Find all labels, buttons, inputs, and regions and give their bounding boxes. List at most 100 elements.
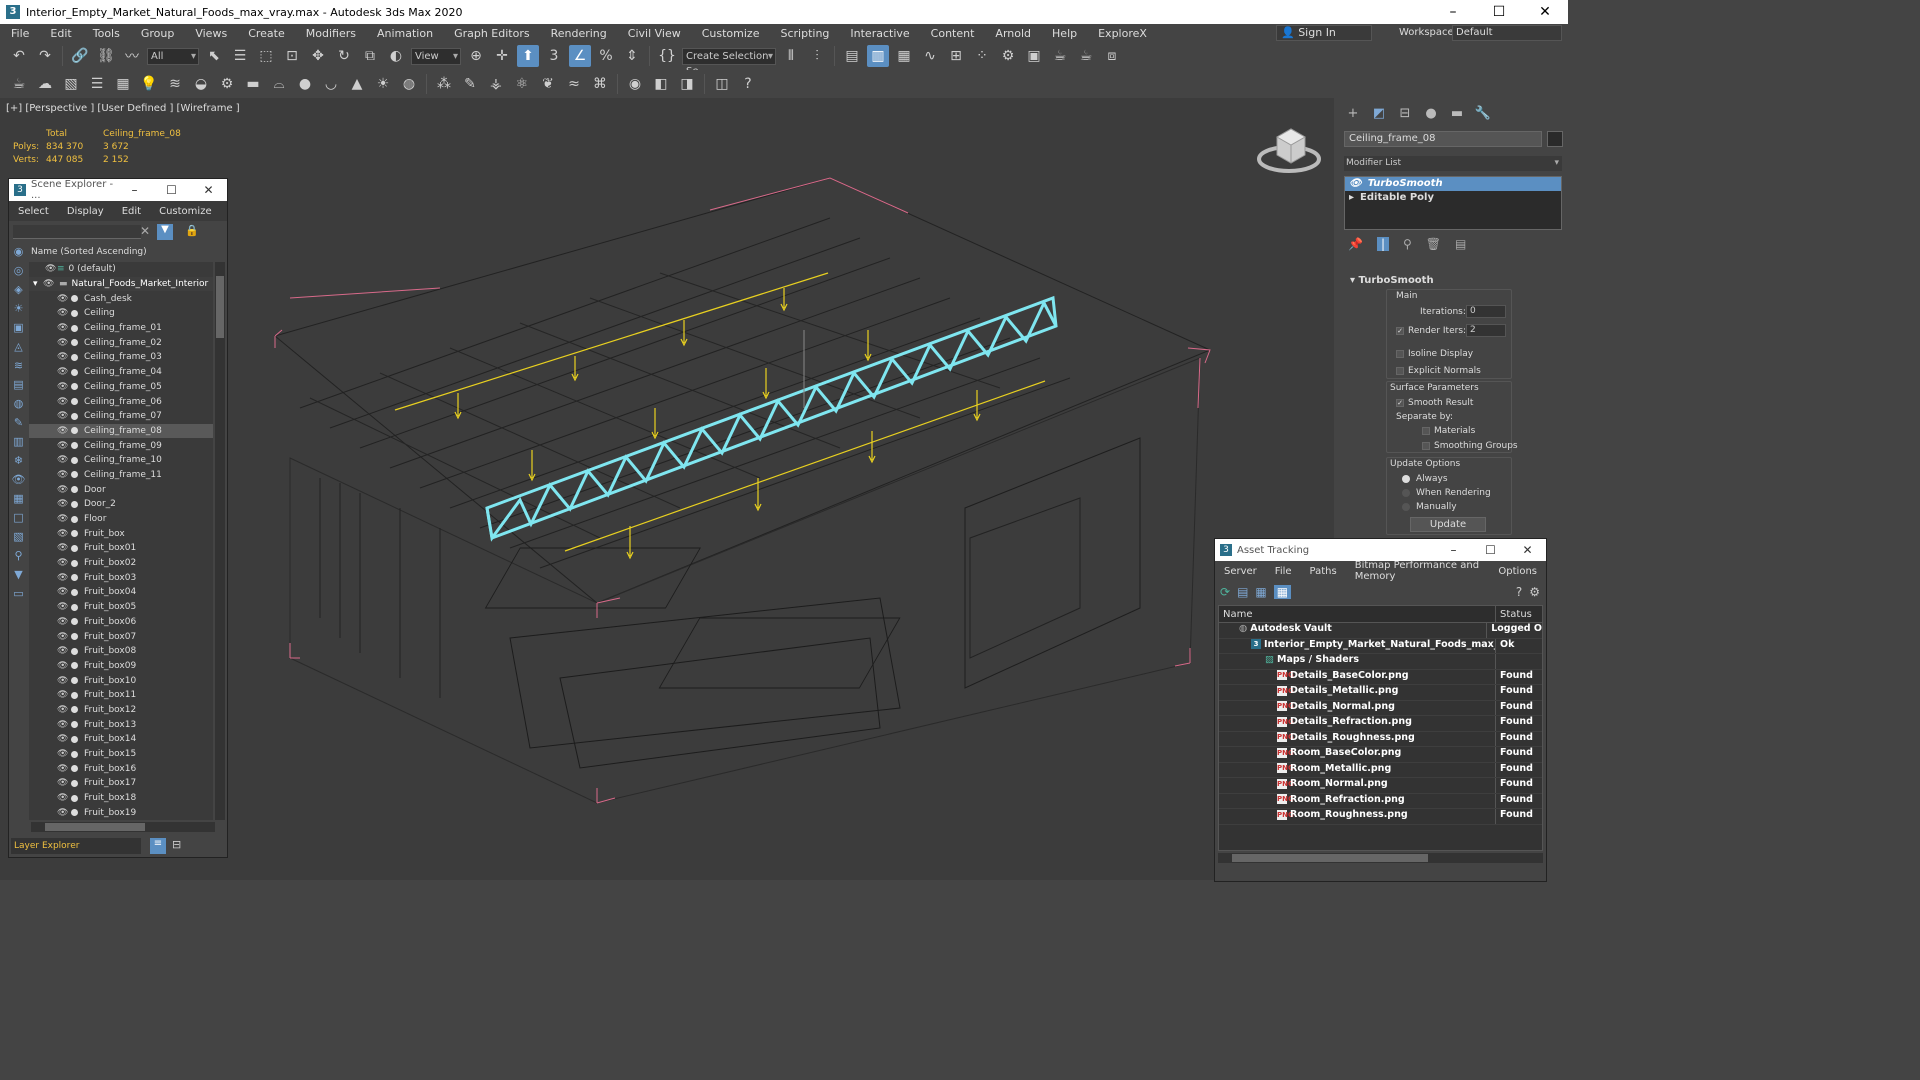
fog-icon[interactable]: ≋	[164, 73, 186, 95]
grid-icon[interactable]: ▦	[112, 73, 134, 95]
selected-ceiling-frame[interactable]	[485, 295, 1058, 542]
close-button[interactable]: ✕	[1509, 543, 1546, 557]
cameras-filter-icon[interactable]: ▣	[9, 321, 28, 340]
render-lamp-icon[interactable]	[71, 779, 78, 787]
object-name-field[interactable]: Ceiling_frame_08	[1344, 131, 1542, 147]
layer-row[interactable]: 👁 ≡ 0 (default)	[29, 262, 213, 277]
table-row[interactable]: PNGDetails_Normal.png Found	[1219, 700, 1542, 716]
list-item[interactable]: 👁 Fruit_box08	[29, 644, 213, 659]
render-lamp-icon[interactable]	[71, 398, 78, 406]
render-lamp-icon[interactable]	[71, 515, 78, 523]
list-item[interactable]: 👁 Cash_desk	[29, 291, 213, 306]
always-radio[interactable]: Always	[1402, 474, 1448, 484]
visibility-eye-icon[interactable]: 👁	[57, 793, 69, 803]
visibility-eye-icon[interactable]: 👁	[57, 397, 69, 407]
list-item[interactable]: 👁 Fruit_box15	[29, 747, 213, 762]
scroll-thumb[interactable]	[1232, 854, 1428, 862]
shapes-filter-icon[interactable]: ◈	[9, 283, 28, 302]
visibility-eye-icon[interactable]: 👁	[57, 455, 69, 465]
visibility-eye-icon[interactable]: 👁	[57, 632, 69, 642]
visibility-eye-icon[interactable]: 👁	[57, 778, 69, 788]
list-item[interactable]: 👁 Fruit_box12	[29, 703, 213, 718]
fx-icon[interactable]: ⌘	[589, 73, 611, 95]
render-lamp-icon[interactable]	[71, 721, 78, 729]
cloud-icon[interactable]: ☁	[34, 73, 56, 95]
list-item[interactable]: 👁 Ceiling	[29, 306, 213, 321]
modifier-list-dropdown[interactable]: Modifier List	[1344, 156, 1562, 171]
select-by-name-icon[interactable]: ☰	[229, 45, 251, 67]
hidden-filter-icon[interactable]: 👁	[9, 473, 28, 492]
groups-filter-icon[interactable]: ▤	[9, 378, 28, 397]
list-item[interactable]: 👁 Ceiling_frame_05	[29, 380, 213, 395]
list-item[interactable]: 👁 Fruit_box03	[29, 570, 213, 585]
list-item[interactable]: 👁 Fruit_box17	[29, 776, 213, 791]
table-row[interactable]: PNGDetails_BaseColor.png Found	[1219, 669, 1542, 685]
table-row[interactable]: PNGDetails_Refraction.png Found	[1219, 716, 1542, 732]
at-menu-options[interactable]: Options	[1489, 566, 1546, 577]
visibility-eye-icon[interactable]: 👁	[57, 426, 69, 436]
render-lamp-icon[interactable]	[71, 368, 78, 376]
visibility-eye-icon[interactable]: 👁	[57, 602, 69, 612]
edit-named-selection-icon[interactable]: {}	[656, 45, 678, 67]
render-lamp-icon[interactable]	[71, 662, 78, 670]
render-lamp-icon[interactable]	[71, 456, 78, 464]
scene-explorer-titlebar[interactable]: 3 Scene Explorer - ... – ☐ ✕	[9, 179, 227, 201]
visibility-eye-icon[interactable]: 👁	[57, 690, 69, 700]
utilities-tab-icon[interactable]: 🔧	[1474, 106, 1492, 124]
menu-modifiers[interactable]: Modifiers	[295, 27, 366, 40]
select-children-icon[interactable]: ▭	[9, 587, 28, 606]
render-production-icon[interactable]: ☕	[1049, 45, 1071, 67]
schematic-view-icon[interactable]: ⊞	[945, 45, 967, 67]
reference-coordinate-dropdown[interactable]: View	[411, 47, 461, 65]
maps-group-row[interactable]: ▨ Maps / Shaders	[1219, 654, 1542, 670]
render-lamp-icon[interactable]	[71, 794, 78, 802]
iterations-spinner[interactable]: 0	[1466, 305, 1506, 318]
pin-stack-icon[interactable]: 📌	[1348, 237, 1363, 251]
keyboard-shortcut-override-icon[interactable]: ⬆	[517, 45, 539, 67]
close-button[interactable]: ✕	[190, 183, 227, 197]
update-button[interactable]: Update	[1410, 517, 1486, 532]
horizontal-scrollbar[interactable]	[1218, 853, 1543, 863]
bones-filter-icon[interactable]: ✎	[9, 416, 28, 435]
sphere-icon[interactable]: ●	[294, 73, 316, 95]
horizontal-scrollbar[interactable]	[31, 822, 215, 832]
display-none-filter-icon[interactable]: □	[9, 511, 28, 530]
atom-icon[interactable]: ⚛	[511, 73, 533, 95]
rollout-title[interactable]: ▾ TurboSmooth	[1344, 273, 1564, 289]
list-item[interactable]: 👁 Ceiling_frame_08	[29, 423, 213, 439]
minimize-button[interactable]: –	[1430, 4, 1476, 20]
render-lamp-icon[interactable]	[71, 574, 78, 582]
cone-icon[interactable]: ▲	[346, 73, 368, 95]
render-lamp-icon[interactable]	[71, 706, 78, 714]
place-icon[interactable]: ◐	[385, 45, 407, 67]
settings-icon[interactable]: ⚙	[1529, 585, 1540, 599]
at-menu-bitmap-performance-and-memory[interactable]: Bitmap Performance and Memory	[1346, 560, 1490, 582]
table-row[interactable]: PNGDetails_Metallic.png Found	[1219, 685, 1542, 701]
visibility-eye-icon[interactable]: 👁	[43, 279, 55, 289]
menu-file[interactable]: File	[0, 27, 39, 40]
render-lamp-icon[interactable]	[71, 471, 78, 479]
angle-snap-icon[interactable]: ∠	[569, 45, 591, 67]
list-item[interactable]: 👁 Ceiling_frame_04	[29, 365, 213, 380]
list-item[interactable]: 👁 Fruit_box14	[29, 732, 213, 747]
list-item[interactable]: 👁 Fruit_box06	[29, 615, 213, 630]
help-icon[interactable]: ?	[737, 73, 759, 95]
visibility-eye-icon[interactable]: 👁	[57, 352, 69, 362]
name-column-header[interactable]: Name	[1219, 606, 1496, 622]
list-item[interactable]: 👁 Fruit_box18	[29, 791, 213, 806]
invert-display-icon[interactable]: ▧	[9, 530, 28, 549]
grid-view-icon[interactable]: ▦	[1273, 585, 1292, 599]
filter-icon[interactable]: ▼	[157, 224, 173, 240]
list-item[interactable]: 👁 Ceiling_frame_03	[29, 350, 213, 365]
visibility-eye-icon[interactable]: 👁	[57, 294, 69, 304]
render-lamp-icon[interactable]	[71, 750, 78, 758]
render-setup-icon[interactable]: ⚙	[997, 45, 1019, 67]
table-row[interactable]: PNGRoom_BaseColor.png Found	[1219, 747, 1542, 763]
select-manipulate-icon[interactable]: ✛	[491, 45, 513, 67]
eye-icon[interactable]: 👁	[1349, 177, 1362, 191]
visibility-eye-icon[interactable]: 👁	[57, 661, 69, 671]
render-lamp-icon[interactable]	[71, 339, 78, 347]
maximize-button[interactable]: ☐	[1476, 4, 1522, 20]
scroll-thumb[interactable]	[45, 823, 145, 831]
menu-views[interactable]: Views	[184, 27, 237, 40]
